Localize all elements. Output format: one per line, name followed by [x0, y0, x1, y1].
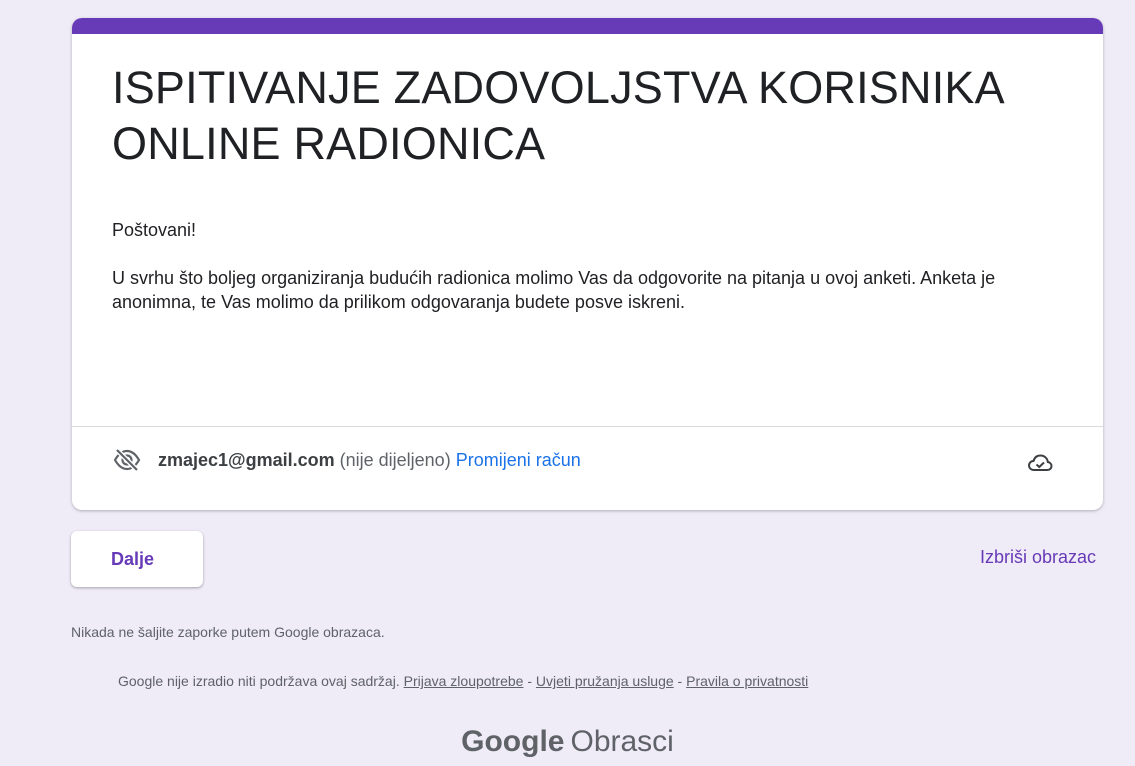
description-text: U svrhu što boljeg organiziranja budućih… — [112, 268, 996, 312]
form-header-card: ISPITIVANJE ZADOVOLJSTVA KORISNIKA ONLIN… — [72, 18, 1103, 510]
eye-off-icon — [113, 448, 141, 472]
clear-form-button[interactable]: Izbriši obrazac — [926, 547, 1096, 568]
account-row: zmajec1@gmail.com (nije dijeljeno) Promi… — [112, 445, 1062, 475]
change-account-link[interactable]: Promijeni račun — [456, 450, 581, 471]
report-abuse-link[interactable]: Prijava zloupotrebe — [404, 673, 524, 689]
password-warning: Nikada ne šaljite zaporke putem Google o… — [71, 624, 385, 640]
brand-google: Google — [461, 725, 565, 758]
account-email: zmajec1@gmail.com — [158, 449, 335, 470]
separator: - — [523, 673, 536, 689]
next-button[interactable]: Dalje — [71, 531, 203, 587]
separator: - — [673, 673, 687, 689]
disclaimer-text: Google nije izradio niti podržava ovaj s… — [118, 673, 400, 689]
greeting-text: Poštovani! — [112, 220, 197, 240]
accent-bar — [72, 18, 1103, 34]
brand-product: Obrasci — [570, 725, 674, 758]
privacy-link[interactable]: Pravila o privatnosti — [686, 673, 808, 689]
share-status: (nije dijeljeno) — [339, 449, 451, 470]
google-forms-logo[interactable]: Google Obrasci — [0, 722, 1135, 762]
cloud-done-icon — [1027, 454, 1053, 471]
disclaimer: Google nije izradio niti podržava ovaj s… — [118, 673, 808, 689]
form-title: ISPITIVANJE ZADOVOLJSTVA KORISNIKA ONLIN… — [112, 62, 1003, 169]
divider — [72, 426, 1103, 427]
terms-link[interactable]: Uvjeti pružanja usluge — [536, 673, 674, 689]
form-description: Poštovani! U svrhu što boljeg organizira… — [112, 218, 1062, 314]
